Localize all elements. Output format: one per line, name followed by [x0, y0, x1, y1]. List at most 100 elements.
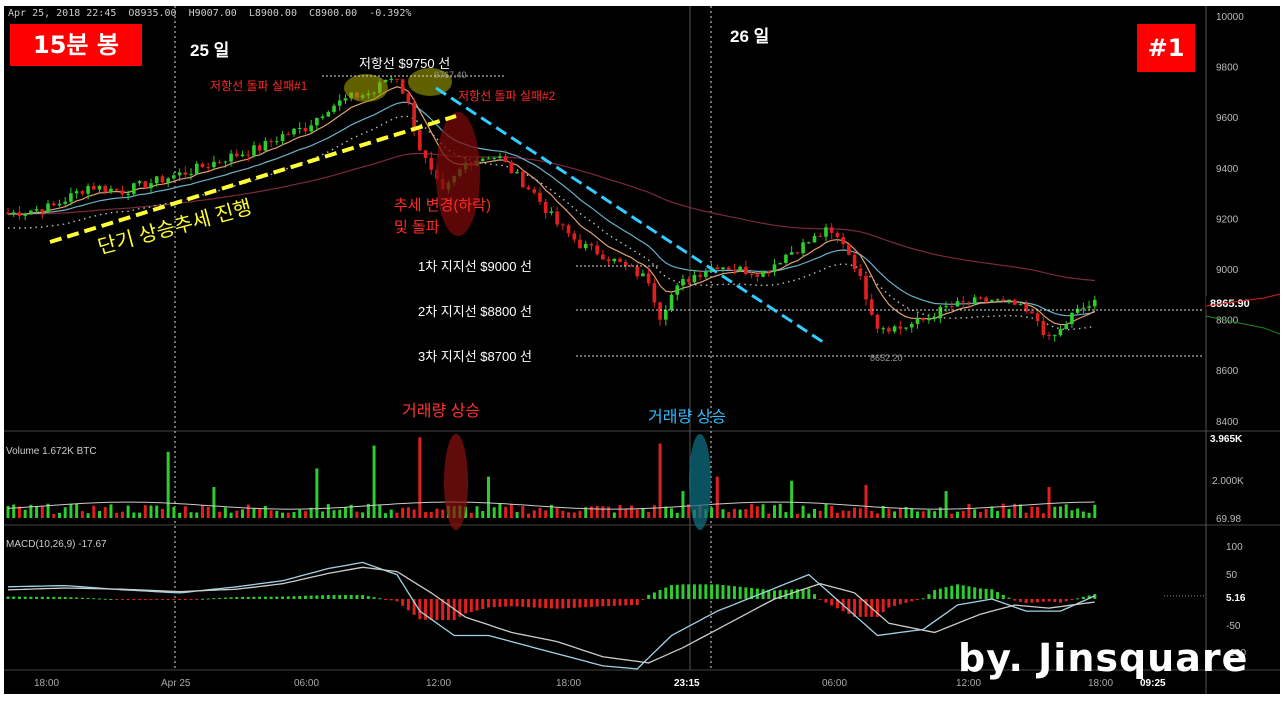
candle-body [34, 209, 39, 211]
macd-histogram-bar [212, 598, 216, 600]
volume-bar [1024, 512, 1028, 518]
macd-histogram-bar [384, 598, 388, 600]
macd-histogram-bar [235, 597, 239, 599]
price-tick-label: 8400 [1216, 417, 1239, 428]
volume-bar [1047, 486, 1051, 518]
price-tick-label: 9400 [1216, 164, 1239, 175]
volume-bar [755, 506, 759, 518]
volume-bar [1093, 504, 1097, 518]
volume-bar [292, 512, 296, 518]
volume-bar [738, 509, 742, 518]
time-tick-label: 18:00 [34, 678, 59, 689]
volume-bar [418, 437, 422, 518]
volume-bar [715, 476, 719, 518]
volume-bar [801, 505, 805, 518]
macd-histogram-bar [1076, 598, 1080, 600]
candle-body [732, 269, 737, 271]
candle-body [103, 185, 108, 193]
volume-bar [384, 513, 388, 518]
candle-body [498, 156, 502, 158]
volume-bar [149, 505, 153, 518]
volume-bar [893, 511, 897, 518]
candle-body [177, 172, 182, 176]
volume-bar [475, 506, 479, 518]
candle-body [492, 157, 496, 159]
macd-histogram-bar [223, 597, 227, 599]
macd-histogram-bar [1081, 596, 1085, 599]
candle-body [1012, 299, 1017, 305]
volume-bar [727, 512, 731, 518]
volume-bar [206, 506, 210, 518]
support3-label: 3차 지지선 $8700 선 [418, 349, 532, 364]
volume-bar [521, 506, 525, 518]
candle-body [509, 162, 514, 174]
volume-bar [721, 509, 725, 518]
candle-body [664, 310, 668, 320]
macd-histogram-bar [910, 598, 914, 602]
macd-histogram-bar [281, 596, 285, 599]
candle-body [698, 274, 702, 277]
volume-bar [921, 511, 925, 518]
macd-tick-label: 50 [1226, 570, 1238, 581]
macd-histogram-bar [332, 595, 336, 599]
candle-body [681, 278, 685, 286]
candle-body [389, 78, 394, 80]
candle-body [217, 161, 222, 163]
candle-body [915, 318, 920, 324]
volume-bar [847, 510, 851, 518]
volume-bar [572, 512, 576, 518]
candle-body [789, 252, 794, 255]
macd-histogram-bar [996, 592, 1000, 599]
macd-histogram-bar [858, 598, 862, 617]
macd-pane-label: MACD(10,26,9) -17.67 [6, 539, 107, 550]
volume-bar [538, 507, 542, 518]
macd-histogram-bar [326, 595, 330, 599]
macd-histogram-bar [246, 596, 250, 599]
candle-body [829, 227, 834, 233]
price-tick-label: 8800 [1216, 316, 1239, 327]
macd-histogram-bar [704, 584, 708, 599]
candle-body [429, 157, 434, 170]
macd-histogram-bar [973, 587, 977, 599]
macd-histogram-bar [155, 598, 159, 600]
volume-bar [772, 505, 776, 518]
macd-histogram-bar [286, 596, 290, 599]
volume-bar [944, 491, 948, 518]
candle-body [80, 191, 85, 194]
macd-histogram-bar [200, 598, 204, 600]
volume-bar [1036, 506, 1040, 518]
candle-body [51, 203, 56, 206]
candle-body [280, 134, 285, 142]
candle-body [641, 273, 645, 277]
volume-bar [166, 451, 170, 518]
volume-bar [978, 512, 982, 518]
volume-bar [57, 512, 61, 518]
volume-bar [1070, 510, 1074, 518]
volume-bar [990, 506, 994, 518]
candle-body [852, 254, 857, 269]
volume-bar [956, 511, 960, 518]
macd-histogram-bar [17, 596, 21, 599]
time-tick-label: 06:00 [294, 678, 319, 689]
trend-change-highlight [436, 112, 480, 236]
macd-histogram-bar [715, 584, 719, 599]
volume-bar [223, 507, 227, 518]
volume-bar [429, 511, 433, 518]
volume-bar [658, 443, 662, 518]
candle-body [744, 266, 748, 275]
volume-bar [870, 510, 874, 518]
volume-bar [629, 505, 633, 518]
candle-body [149, 183, 153, 189]
volume-bar [818, 510, 822, 518]
volume-bar [635, 509, 639, 518]
macd-histogram-bar [881, 598, 885, 613]
candle-body [1041, 321, 1046, 335]
time-tick-label: 23:15 [674, 678, 700, 689]
macd-histogram-bar [921, 598, 925, 600]
candle-body [29, 210, 33, 214]
candle-body [503, 156, 508, 163]
candle-body [183, 172, 188, 175]
volume-bar [172, 506, 176, 518]
macd-histogram-bar [12, 596, 16, 599]
candle-body [303, 128, 308, 132]
